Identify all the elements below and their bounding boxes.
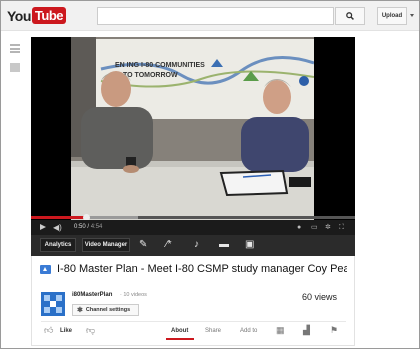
action-divider — [41, 321, 346, 322]
search-input[interactable] — [97, 7, 334, 25]
video-still: EN ING I-80 COMMUNITIES TO TOMORROW — [71, 37, 314, 220]
captions-icon[interactable]: ▭ — [311, 223, 318, 232]
upload-menu-caret-icon[interactable] — [410, 14, 414, 17]
gear-icon: ✱ — [77, 307, 83, 314]
tab-share[interactable]: Share — [205, 327, 221, 336]
search-button[interactable] — [335, 7, 365, 25]
channel-settings-label: Channel settings — [85, 307, 131, 313]
view-count: 60 views — [302, 292, 338, 302]
edit-pencil-icon[interactable]: ✎ — [139, 239, 147, 251]
video-title: I-80 Master Plan - Meet I-80 CSMP study … — [57, 263, 347, 275]
transcript-icon[interactable]: ▦ — [276, 325, 285, 336]
fullscreen-icon[interactable]: ⛶ — [339, 223, 344, 232]
time-total: 4:54 — [90, 224, 103, 230]
channel-name-link[interactable]: i80MasterPlan — [72, 291, 112, 299]
banner-text-line2: TO TOMORROW — [123, 72, 178, 79]
like-button[interactable]: Like — [60, 327, 72, 336]
guide-channel-icon[interactable] — [10, 63, 20, 72]
youtube-logo[interactable]: You Tube — [7, 7, 66, 24]
enhance-wand-icon[interactable]: ⁄* — [166, 239, 172, 251]
channel-avatar[interactable] — [41, 292, 65, 316]
video-manager-button[interactable]: Video Manager — [82, 238, 130, 252]
dislike-thumb-icon[interactable]: 👎︎ — [86, 325, 95, 336]
analytics-button[interactable]: Analytics — [40, 238, 76, 252]
active-tab-indicator — [166, 338, 194, 340]
time-current: 0:50 — [74, 224, 86, 230]
captions-bubble-icon[interactable]: ▣ — [245, 239, 254, 251]
statistics-icon[interactable]: ▟ — [303, 325, 310, 336]
play-icon[interactable] — [40, 224, 46, 230]
tab-add-to[interactable]: Add to — [240, 327, 257, 336]
creator-toolbar — [31, 235, 355, 256]
report-flag-icon[interactable]: ⚑ — [330, 325, 338, 336]
channel-video-count[interactable]: · 10 videos — [120, 291, 147, 299]
volume-icon[interactable]: ◀) — [53, 223, 62, 232]
channel-settings-button[interactable]: ✱ Channel settings — [72, 304, 139, 316]
progress-played — [31, 216, 86, 219]
search-icon — [346, 12, 354, 20]
tab-about[interactable]: About — [171, 327, 188, 336]
annotations-icon[interactable]: ● — [297, 223, 301, 232]
upload-badge-icon — [40, 265, 51, 274]
settings-gear-icon[interactable]: ✲ — [325, 223, 331, 232]
logo-tube-text: Tube — [31, 7, 66, 24]
upload-button[interactable]: Upload — [377, 7, 407, 25]
banner-text-line1: EN ING I-80 COMMUNITIES — [115, 62, 205, 69]
like-thumb-icon[interactable]: 👍︎ — [44, 325, 53, 336]
guide-menu-icon[interactable] — [10, 44, 20, 53]
video-frame[interactable]: EN ING I-80 COMMUNITIES TO TOMORROW — [71, 37, 314, 220]
annotations-bubble-icon[interactable]: ▬ — [219, 239, 229, 251]
logo-you-text: You — [7, 7, 31, 24]
audio-note-icon[interactable]: ♪ — [194, 239, 199, 251]
video-player[interactable]: EN ING I-80 COMMUNITIES TO TOMORROW ◀) 0… — [31, 37, 355, 235]
time-display: 0:50 / 4:54 — [74, 224, 103, 230]
